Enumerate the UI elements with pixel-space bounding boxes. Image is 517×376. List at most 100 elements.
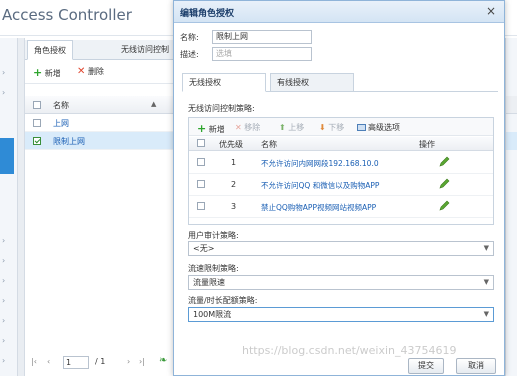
chevron-down-icon[interactable]: ▼	[484, 308, 489, 321]
policy-grid-header: 优先级 名称 操作	[189, 137, 493, 151]
add-button[interactable]: + 新增	[33, 66, 61, 79]
page-total: / 1	[95, 357, 106, 366]
options-icon	[357, 124, 366, 131]
policy-remove-button[interactable]: ✕ 移除	[235, 122, 260, 133]
add-label: 新增	[44, 69, 61, 78]
panel-splitter[interactable]	[18, 38, 25, 376]
right-grid-header	[506, 96, 517, 114]
policy-row[interactable]: 2 不允许访问QQ 和微信以及购物APP	[189, 174, 493, 196]
policy-toolbar: + 新增 ✕ 移除 ⬆ 上移 ⬇ 下移 高级选项	[189, 118, 493, 136]
wireless-policy-grid: + 新增 ✕ 移除 ⬆ 上移 ⬇ 下移 高级选项 优先级 名称 操作 1 不允许…	[188, 117, 494, 225]
watermark: https://blog.csdn.net/weixin_43754619	[242, 344, 457, 357]
column-header-priority[interactable]: 优先级	[219, 139, 243, 150]
edit-pencil-icon[interactable]	[437, 155, 451, 169]
grid-header: 名称 ▲	[25, 96, 185, 114]
column-header-name[interactable]: 名称	[261, 139, 277, 150]
name-field[interactable]: 限制上网	[212, 30, 312, 44]
prev-page-icon[interactable]: ‹	[47, 357, 50, 366]
nav-arrow-icon[interactable]: ›	[2, 68, 5, 77]
move-down-label: 下移	[328, 123, 345, 132]
policy-priority: 1	[231, 158, 237, 167]
policy-name[interactable]: 不允许访问QQ 和微信以及购物APP	[261, 180, 379, 191]
policy-row-checkbox[interactable]	[197, 180, 205, 188]
description-field[interactable]: 选填	[212, 47, 312, 61]
policy-remove-label: 移除	[244, 123, 261, 132]
row-checkbox[interactable]	[33, 137, 41, 145]
plus-icon: +	[197, 122, 207, 135]
pager: |‹ ‹ 1 / 1 › ›| ❧	[25, 354, 185, 374]
tab-wired-auth[interactable]: 有线授权	[270, 73, 354, 92]
column-header-action: 操作	[419, 140, 435, 149]
role-name-link[interactable]: 限制上网	[53, 136, 85, 147]
edit-role-dialog: 编辑角色授权 × 名称: 限制上网 描述: 选填 无线授权 有线授权 无线访问控…	[173, 0, 505, 376]
policy-row[interactable]: 3 禁止QQ购物APP视频网站视频APP	[189, 196, 493, 218]
table-row[interactable]: 上网	[25, 114, 185, 132]
sort-icon[interactable]: ▲	[151, 100, 156, 108]
table-row[interactable]: 限制上网	[25, 132, 185, 150]
nav-arrow-icon[interactable]: ›	[2, 276, 5, 285]
page-input[interactable]: 1	[63, 356, 89, 369]
advanced-options-label: 高级选项	[368, 123, 400, 132]
flow-policy-label: 流速限制策略:	[188, 264, 239, 273]
nav-arrow-icon[interactable]: ›	[2, 88, 5, 97]
move-down-button[interactable]: ⬇ 下移	[319, 122, 344, 133]
tab-wireless-auth[interactable]: 无线授权	[182, 73, 266, 92]
left-nav: › › › › › › › › ›	[0, 38, 18, 376]
chevron-down-icon[interactable]: ▼	[484, 276, 489, 289]
nav-arrow-icon[interactable]: ›	[2, 236, 5, 245]
wireless-policy-label: 无线访问控制策略:	[188, 104, 255, 113]
audit-policy-label: 用户审计策略:	[188, 231, 239, 240]
tab-role-auth[interactable]: 角色授权	[27, 40, 73, 60]
panel-toolbar: + 新增 ✕ 删除	[25, 62, 185, 84]
policy-row-checkbox[interactable]	[197, 158, 205, 166]
move-up-button[interactable]: ⬆ 上移	[279, 122, 304, 133]
edit-pencil-icon[interactable]	[437, 177, 451, 191]
role-grid: 名称 ▲ 上网 限制上网	[25, 96, 185, 150]
dialog-title: 编辑角色授权	[180, 9, 235, 19]
move-up-label: 上移	[288, 123, 305, 132]
close-icon[interactable]: ×	[486, 4, 496, 18]
name-label: 名称:	[180, 33, 199, 42]
remove-icon: ✕	[235, 123, 242, 132]
nav-arrow-icon[interactable]: ›	[2, 356, 5, 365]
last-page-icon[interactable]: ›|	[139, 357, 145, 366]
nav-arrow-icon[interactable]: ›	[2, 336, 5, 345]
role-name-link[interactable]: 上网	[53, 118, 69, 129]
cancel-button[interactable]: 取消	[456, 358, 496, 374]
policy-row-checkbox[interactable]	[197, 202, 205, 210]
right-panel-edge	[505, 38, 517, 376]
policy-name[interactable]: 不允许访问内网网段192.168.10.0	[261, 158, 379, 169]
delete-button[interactable]: ✕ 删除	[77, 66, 104, 77]
column-header-name[interactable]: 名称	[53, 100, 69, 111]
audit-policy-select[interactable]: <无> ▼	[188, 241, 494, 256]
dialog-header[interactable]: 编辑角色授权 ×	[174, 1, 504, 23]
policy-row[interactable]: 1 不允许访问内网网段192.168.10.0	[189, 152, 493, 174]
advanced-options-button[interactable]: 高级选项	[357, 122, 400, 133]
nav-arrow-icon[interactable]: ›	[2, 296, 5, 305]
policy-select-all-checkbox[interactable]	[197, 139, 205, 147]
description-label: 描述:	[180, 50, 199, 59]
flow-policy-select[interactable]: 流量限速 ▼	[188, 275, 494, 290]
nav-selected-indicator[interactable]	[0, 138, 14, 174]
next-page-icon[interactable]: ›	[127, 357, 130, 366]
quota-policy-select[interactable]: 100M限流 ▼	[188, 307, 494, 322]
submit-button[interactable]: 提交	[408, 358, 444, 374]
flow-policy-value: 流量限速	[193, 278, 225, 287]
nav-arrow-icon[interactable]: ›	[2, 256, 5, 265]
refresh-icon[interactable]: ❧	[159, 355, 167, 366]
nav-arrow-icon[interactable]: ›	[2, 316, 5, 325]
select-all-checkbox[interactable]	[33, 101, 41, 109]
panel-tabs: 角色授权 无线访问控制	[25, 40, 185, 60]
policy-add-button[interactable]: + 新增	[197, 122, 225, 135]
edit-pencil-icon[interactable]	[437, 199, 451, 213]
policy-name[interactable]: 禁止QQ购物APP视频网站视频APP	[261, 202, 376, 213]
first-page-icon[interactable]: |‹	[31, 357, 37, 366]
auth-tabs: 无线授权 有线授权	[182, 73, 498, 92]
delete-label: 删除	[87, 67, 104, 76]
row-checkbox[interactable]	[33, 119, 41, 127]
chevron-down-icon[interactable]: ▼	[484, 242, 489, 255]
quota-policy-value: 100M限流	[193, 310, 232, 319]
tab-wireless-access[interactable]: 无线访问控制	[115, 40, 175, 60]
arrow-down-icon: ⬇	[319, 123, 326, 132]
delete-icon: ✕	[77, 66, 86, 77]
